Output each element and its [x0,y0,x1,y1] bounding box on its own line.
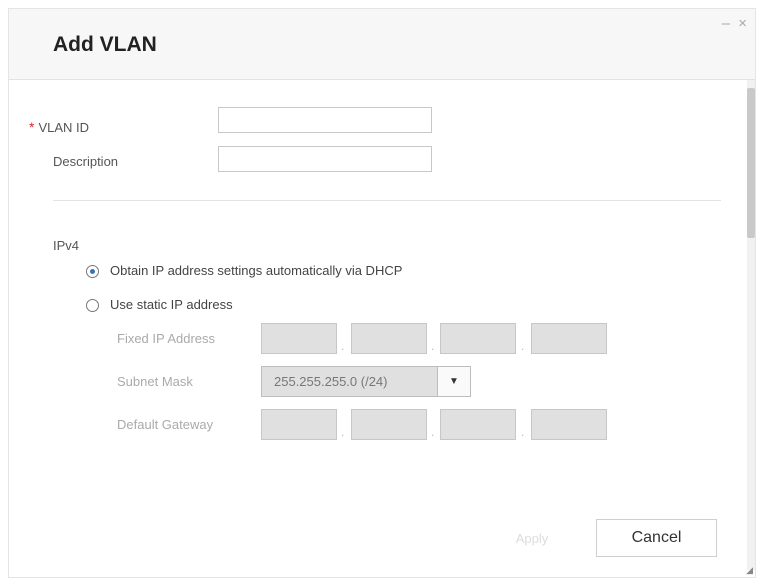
octet-separator: . [341,425,345,439]
resize-handle-icon[interactable]: ◢ [746,565,753,576]
gateway-octet-2[interactable] [351,409,427,440]
description-input[interactable] [218,146,432,172]
ipv4-section-label: IPv4 [53,238,80,253]
default-gateway-label: Default Gateway [117,417,214,432]
octet-separator: . [341,339,345,353]
static-ip-option-label[interactable]: Use static IP address [110,297,233,312]
fixed-ip-octet-3[interactable] [440,323,516,354]
subnet-mask-select[interactable]: 255.255.255.0 (/24) ▼ [261,366,471,397]
apply-button[interactable]: Apply [487,523,577,553]
octet-separator: . [521,425,525,439]
static-ip-radio[interactable] [86,299,99,312]
window-controls[interactable]: – × [722,15,749,32]
minimize-close-icon[interactable]: – × [722,15,749,32]
dialog-header: Add VLAN – × [9,9,755,80]
gateway-octet-1[interactable] [261,409,337,440]
gateway-octet-3[interactable] [440,409,516,440]
scrollbar-thumb[interactable] [747,88,755,238]
vlan-id-label: * VLAN ID [29,119,90,135]
subnet-mask-label: Subnet Mask [117,374,193,389]
fixed-ip-octet-4[interactable] [531,323,607,354]
vlan-id-input[interactable] [218,107,432,133]
fixed-ip-octet-2[interactable] [351,323,427,354]
dhcp-radio[interactable] [86,265,99,278]
fixed-ip-octet-1[interactable] [261,323,337,354]
scrollbar[interactable] [747,80,755,570]
octet-separator: . [431,339,435,353]
octet-separator: . [521,339,525,353]
fixed-ip-label: Fixed IP Address [117,331,216,346]
add-vlan-dialog: Add VLAN – × * VLAN ID Description IPv4 O… [8,8,756,578]
description-label: Description [53,154,119,169]
subnet-mask-value: 255.255.255.0 (/24) [274,374,388,389]
section-divider [53,200,721,201]
gateway-octet-4[interactable] [531,409,607,440]
required-marker: * [29,119,35,135]
cancel-button[interactable]: Cancel [596,519,717,557]
dropdown-arrow-icon[interactable]: ▼ [437,367,470,396]
dhcp-option-label[interactable]: Obtain IP address settings automatically… [110,263,402,278]
octet-separator: . [431,425,435,439]
dialog-title: Add VLAN [53,33,157,56]
